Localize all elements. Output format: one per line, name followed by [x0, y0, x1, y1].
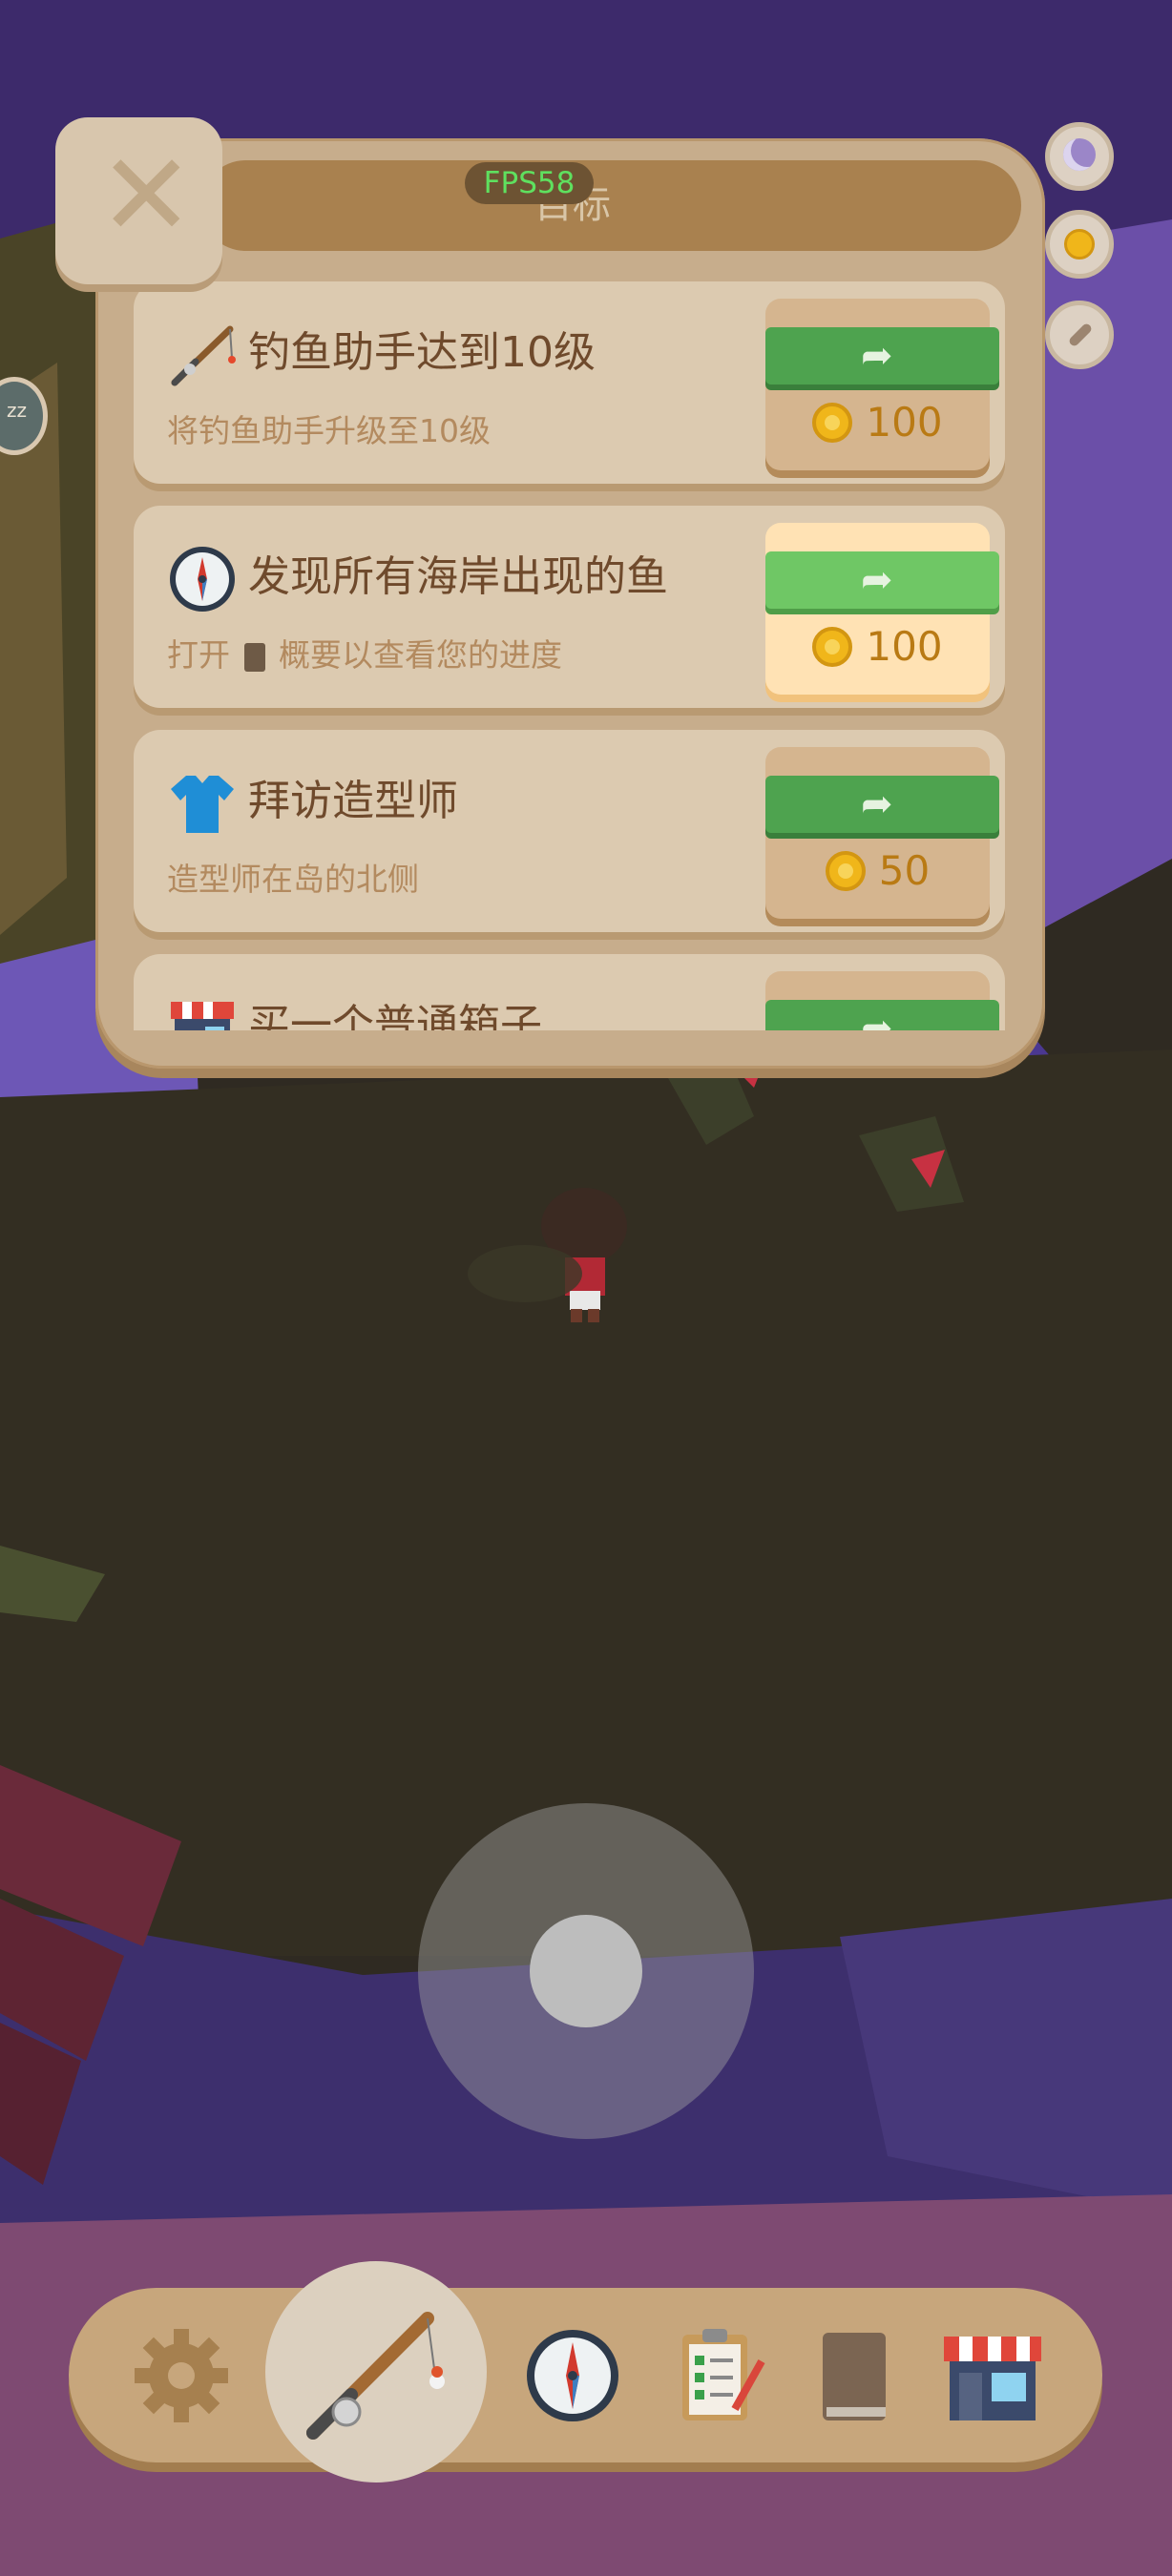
reward-amount-row: 100 [765, 623, 990, 680]
task-card-visit-stylist: 拜访造型师 造型师在岛的北侧 ➦ 50 [134, 730, 1005, 932]
compass-button[interactable] [520, 2323, 625, 2428]
coin-icon [812, 402, 853, 443]
reward-amount: 50 [878, 847, 931, 894]
moon-currency-icon[interactable] [1045, 122, 1114, 191]
book-icon [243, 642, 265, 672]
task-description: 造型师在岛的北侧 [167, 861, 419, 898]
shop-button[interactable] [940, 2323, 1045, 2428]
share-arrow-icon: ➦ [861, 558, 893, 602]
clipboard-icon [682, 2329, 765, 2420]
tasks-button[interactable] [668, 2323, 773, 2428]
go-button[interactable]: ➦ [765, 327, 999, 384]
task-card-buy-chest: 买一个普通箱子 ➦ [134, 954, 1005, 1030]
reward-box: ➦ [765, 971, 999, 1030]
task-title: 发现所有海岸出现的鱼 [248, 552, 668, 601]
joystick-knob[interactable] [530, 1915, 642, 2027]
reward-amount: 100 [866, 399, 943, 446]
task-card-fishing-assistant: 钓鱼助手达到10级 将钓鱼助手升级至10级 ➦ 100 [134, 281, 1005, 484]
nav-main-button[interactable] [265, 2261, 487, 2483]
reward-amount: 100 [866, 623, 943, 670]
share-arrow-icon: ➦ [861, 334, 893, 378]
task-description: 将钓鱼助手升级至10级 [167, 412, 491, 449]
encyclopedia-button[interactable] [802, 2323, 907, 2428]
task-description: 打开 概要以查看您的进度 [167, 630, 562, 675]
go-button[interactable]: ➦ [765, 1000, 999, 1030]
task-title: 拜访造型师 [248, 777, 458, 825]
fishing-rod-icon [306, 2312, 445, 2440]
close-icon: ✕ [98, 130, 195, 262]
fishing-rod-icon [167, 320, 238, 390]
desc-suffix: 概要以查看您的进度 [279, 636, 562, 674]
coin-icon [812, 626, 853, 667]
compass-icon [167, 544, 238, 614]
gear-icon [135, 2329, 228, 2422]
task-card-discover-fish: 发现所有海岸出现的鱼 打开 概要以查看您的进度 ➦ 100 [134, 506, 1005, 708]
reward-box: ➦ 100 [765, 523, 999, 695]
reward-amount-row: 50 [765, 847, 990, 904]
reward-amount-row: 100 [765, 399, 990, 456]
bone-icon[interactable] [1045, 301, 1114, 369]
settings-button[interactable] [129, 2323, 234, 2428]
shop-icon [944, 2337, 1041, 2420]
task-list[interactable]: 钓鱼助手达到10级 将钓鱼助手升级至10级 ➦ 100 发现所有海岸出现的鱼 打… [129, 272, 1012, 1030]
sleep-text: zz [7, 399, 27, 422]
desc-prefix: 打开 [167, 636, 230, 674]
coin-icon [825, 850, 866, 891]
task-title: 买一个普通箱子 [248, 1001, 542, 1030]
tshirt-icon [167, 768, 238, 839]
fps-counter: FPS58 [465, 162, 594, 204]
task-title: 钓鱼助手达到10级 [248, 328, 596, 377]
coin-currency-icon[interactable] [1045, 210, 1114, 279]
reward-box: ➦ 50 [765, 747, 999, 919]
book-icon [823, 2333, 886, 2420]
close-button[interactable]: ✕ [55, 117, 222, 284]
go-button[interactable]: ➦ [765, 776, 999, 833]
compass-icon [527, 2330, 618, 2421]
share-arrow-icon: ➦ [861, 1007, 893, 1030]
shop-icon [167, 992, 238, 1030]
go-button[interactable]: ➦ [765, 551, 999, 609]
share-arrow-icon: ➦ [861, 782, 893, 826]
reward-box: ➦ 100 [765, 299, 999, 470]
